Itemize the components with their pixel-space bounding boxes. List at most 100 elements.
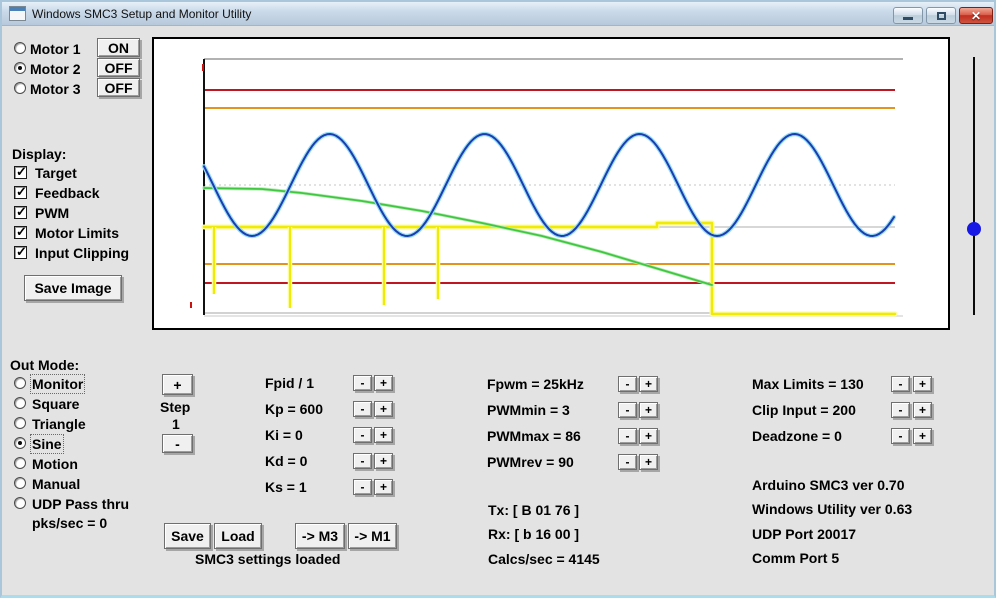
save-settings-button[interactable]: Save [164, 523, 211, 549]
arduino-version-label: Arduino SMC3 ver 0.70 [752, 477, 905, 493]
udp-port-label: UDP Port 20017 [752, 526, 857, 542]
window-title: Windows SMC3 Setup and Monitor Utility [32, 7, 252, 21]
max-limits-plus-button[interactable]: + [913, 376, 932, 392]
motor-limits-checkbox-label: Motor Limits [35, 225, 119, 241]
title-bar[interactable]: Windows SMC3 Setup and Monitor Utility [2, 2, 994, 26]
send-to-m3-button[interactable]: -> M3 [295, 523, 345, 549]
ki-label: Ki = 0 [265, 427, 303, 443]
target-checkbox-label: Target [35, 165, 77, 181]
step-minus-button[interactable]: - [162, 434, 193, 453]
max-limits-minus-button[interactable]: - [891, 376, 910, 392]
input-clipping-checkbox-label: Input Clipping [35, 245, 130, 261]
motor2-label: Motor 2 [30, 61, 81, 77]
check-icon: ✓ [16, 164, 27, 179]
out-mode-triangle-label: Triangle [32, 416, 86, 432]
motor-limits-checkbox[interactable]: ✓ [14, 224, 27, 239]
rx-readout: Rx: [ b 16 00 ] [488, 526, 580, 542]
pwmmax-label: PWMmax = 86 [487, 428, 581, 444]
out-mode-manual-radio[interactable] [14, 477, 26, 489]
motor3-label: Motor 3 [30, 81, 81, 97]
display-section-label: Display: [12, 146, 67, 162]
app-icon [9, 6, 26, 21]
fpwm-plus-button[interactable]: + [639, 376, 658, 392]
out-mode-square-label: Square [32, 396, 80, 412]
fpid-minus-button[interactable]: - [353, 375, 372, 391]
ki-minus-button[interactable]: - [353, 427, 372, 443]
load-settings-button[interactable]: Load [214, 523, 262, 549]
motor1-label: Motor 1 [30, 41, 81, 57]
scope-traces [190, 58, 903, 317]
out-mode-monitor-label: Monitor [29, 374, 86, 394]
motor2-off-button[interactable]: OFF [97, 58, 140, 77]
settings-status-label: SMC3 settings loaded [195, 551, 341, 567]
input-clipping-checkbox[interactable]: ✓ [14, 244, 27, 259]
kd-plus-button[interactable]: + [374, 453, 393, 469]
deadzone-plus-button[interactable]: + [913, 428, 932, 444]
pwmmax-minus-button[interactable]: - [618, 428, 637, 444]
feedback-checkbox-label: Feedback [35, 185, 100, 201]
out-mode-monitor-radio[interactable] [14, 377, 26, 389]
motor1-radio[interactable] [14, 42, 26, 54]
out-mode-udp-radio[interactable] [14, 497, 26, 509]
pwmrev-plus-button[interactable]: + [639, 454, 658, 470]
out-mode-triangle-radio[interactable] [14, 417, 26, 429]
fpid-plus-button[interactable]: + [374, 375, 393, 391]
close-button[interactable]: ✕ [959, 7, 993, 24]
out-mode-motion-radio[interactable] [14, 457, 26, 469]
kd-minus-button[interactable]: - [353, 453, 372, 469]
motor2-radio[interactable] [14, 62, 26, 74]
tx-readout: Tx: [ B 01 76 ] [488, 502, 580, 518]
fpwm-minus-button[interactable]: - [618, 376, 637, 392]
out-mode-udp-label: UDP Pass thru [32, 496, 129, 512]
step-value: 1 [172, 416, 180, 432]
minimize-button[interactable] [893, 7, 923, 24]
out-mode-section-label: Out Mode: [10, 357, 80, 373]
motor3-off-button[interactable]: OFF [97, 78, 140, 97]
motor1-on-button[interactable]: ON [97, 38, 140, 57]
kp-minus-button[interactable]: - [353, 401, 372, 417]
check-icon: ✓ [16, 244, 27, 259]
ks-label: Ks = 1 [265, 479, 307, 495]
response-slider-track[interactable] [973, 57, 975, 315]
out-mode-manual-label: Manual [32, 476, 81, 492]
motor3-radio[interactable] [14, 82, 26, 94]
out-mode-sine-radio[interactable] [14, 437, 26, 449]
pks-per-sec-label: pks/sec = 0 [32, 515, 108, 531]
restore-icon [936, 11, 946, 20]
pwmmin-minus-button[interactable]: - [618, 402, 637, 418]
pwmmax-plus-button[interactable]: + [639, 428, 658, 444]
ks-plus-button[interactable]: + [374, 479, 393, 495]
step-label: Step [160, 399, 191, 415]
clip-input-plus-button[interactable]: + [913, 402, 932, 418]
kp-label: Kp = 600 [265, 401, 323, 417]
ki-plus-button[interactable]: + [374, 427, 393, 443]
scope-plot [152, 37, 950, 330]
clip-input-minus-button[interactable]: - [891, 402, 910, 418]
response-slider-knob[interactable] [967, 222, 981, 236]
check-icon: ✓ [16, 224, 27, 239]
kd-label: Kd = 0 [265, 453, 308, 469]
out-mode-square-radio[interactable] [14, 397, 26, 409]
pwmmin-label: PWMmin = 3 [487, 402, 570, 418]
max-limits-label: Max Limits = 130 [752, 376, 864, 392]
pwmrev-minus-button[interactable]: - [618, 454, 637, 470]
kp-plus-button[interactable]: + [374, 401, 393, 417]
out-mode-motion-label: Motion [32, 456, 78, 472]
utility-version-label: Windows Utility ver 0.63 [752, 501, 913, 517]
app-window: Windows SMC3 Setup and Monitor Utility ✕… [0, 0, 996, 598]
target-checkbox[interactable]: ✓ [14, 164, 27, 179]
pwmmin-plus-button[interactable]: + [639, 402, 658, 418]
deadzone-minus-button[interactable]: - [891, 428, 910, 444]
fpwm-label: Fpwm = 25kHz [487, 376, 584, 392]
feedback-checkbox[interactable]: ✓ [14, 184, 27, 199]
save-image-button[interactable]: Save Image [24, 275, 122, 301]
send-to-m1-button[interactable]: -> M1 [348, 523, 397, 549]
ks-minus-button[interactable]: - [353, 479, 372, 495]
out-mode-sine-label: Sine [30, 434, 64, 454]
clip-input-label: Clip Input = 200 [752, 402, 856, 418]
pwm-checkbox[interactable]: ✓ [14, 204, 27, 219]
step-plus-button[interactable]: + [162, 374, 193, 395]
restore-button[interactable] [926, 7, 956, 24]
deadzone-label: Deadzone = 0 [752, 428, 842, 444]
close-icon: ✕ [970, 8, 982, 23]
